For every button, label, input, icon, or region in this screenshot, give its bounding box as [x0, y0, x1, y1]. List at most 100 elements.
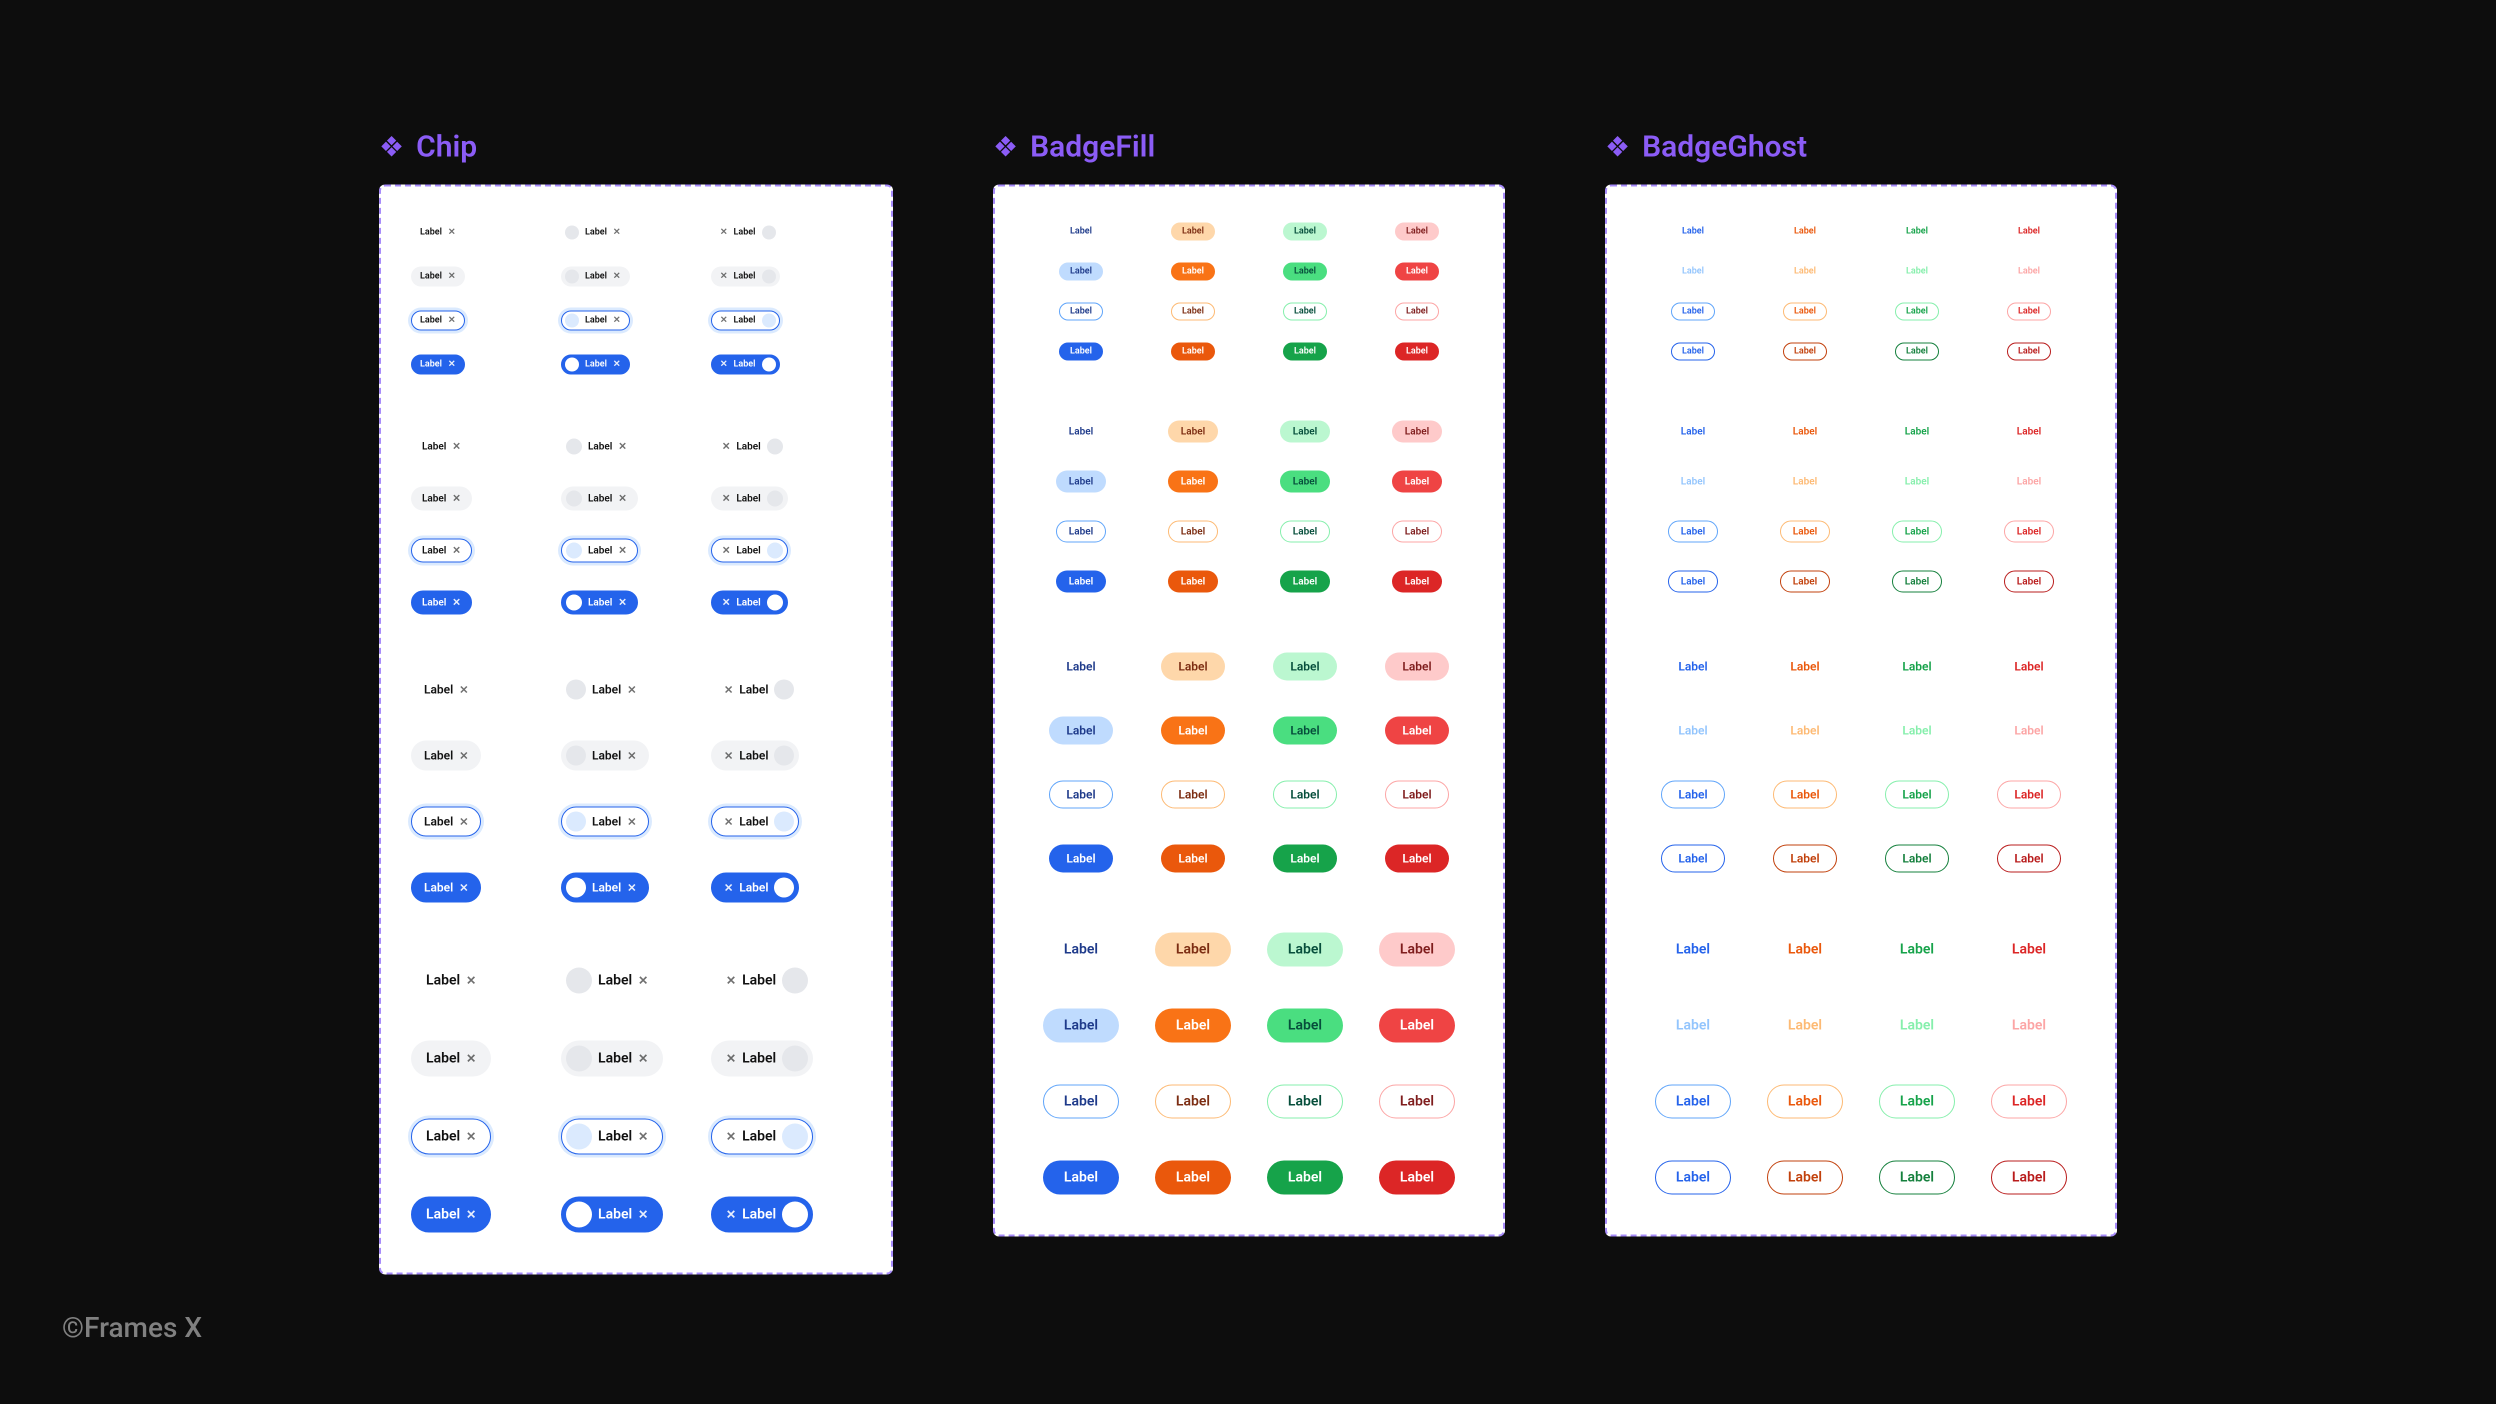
badge[interactable]: Label	[1991, 1161, 2067, 1195]
badge[interactable]: Label	[1267, 1085, 1343, 1119]
chip[interactable]: Label✕	[411, 223, 465, 243]
chip[interactable]: Label✕	[411, 1041, 491, 1077]
badge[interactable]: Label	[2007, 223, 2051, 241]
badge[interactable]: Label	[2004, 421, 2054, 443]
badge[interactable]: Label	[1991, 1009, 2067, 1043]
chip[interactable]: Label✕	[561, 1041, 663, 1077]
chip[interactable]: ✕Label	[711, 1041, 813, 1077]
badge[interactable]: Label	[1885, 653, 1948, 681]
close-icon[interactable]: ✕	[452, 597, 460, 608]
close-icon[interactable]: ✕	[724, 749, 733, 762]
chip[interactable]: ✕Label	[711, 675, 799, 705]
badge[interactable]: Label	[1879, 1009, 1955, 1043]
badge[interactable]: Label	[1879, 1161, 1955, 1195]
chip[interactable]: Label✕	[561, 487, 638, 511]
close-icon[interactable]: ✕	[613, 316, 621, 326]
close-icon[interactable]: ✕	[452, 441, 460, 452]
badge[interactable]: Label	[1783, 303, 1827, 321]
badge[interactable]: Label	[1171, 343, 1215, 361]
badge[interactable]: Label	[1283, 343, 1327, 361]
chip[interactable]: ✕Label	[711, 963, 813, 999]
chip[interactable]: Label✕	[411, 1119, 491, 1155]
close-icon[interactable]: ✕	[459, 683, 468, 696]
badge[interactable]: Label	[1161, 717, 1224, 745]
chip[interactable]: Label✕	[561, 435, 638, 459]
chip[interactable]: Label✕	[561, 591, 638, 615]
close-icon[interactable]: ✕	[720, 360, 728, 370]
badge[interactable]: Label	[1168, 521, 1218, 543]
chip[interactable]: ✕Label	[711, 591, 788, 615]
badge[interactable]: Label	[1155, 1161, 1231, 1195]
badge[interactable]: Label	[1056, 471, 1106, 493]
badge[interactable]: Label	[1049, 717, 1112, 745]
close-icon[interactable]: ✕	[618, 493, 626, 504]
close-icon[interactable]: ✕	[726, 1130, 736, 1144]
badge[interactable]: Label	[1395, 303, 1439, 321]
badge[interactable]: Label	[1161, 653, 1224, 681]
badge[interactable]: Label	[1997, 781, 2060, 809]
badge[interactable]: Label	[1392, 421, 1442, 443]
badge[interactable]: Label	[1395, 343, 1439, 361]
chip[interactable]: Label✕	[411, 267, 465, 287]
badge[interactable]: Label	[1273, 781, 1336, 809]
badge[interactable]: Label	[1049, 653, 1112, 681]
badge[interactable]: Label	[1043, 1085, 1119, 1119]
badge[interactable]: Label	[1171, 223, 1215, 241]
badge[interactable]: Label	[1655, 1085, 1731, 1119]
chip[interactable]: ✕Label	[711, 435, 788, 459]
badge[interactable]: Label	[1655, 1161, 1731, 1195]
close-icon[interactable]: ✕	[452, 545, 460, 556]
badge[interactable]: Label	[1155, 1085, 1231, 1119]
close-icon[interactable]: ✕	[720, 228, 728, 238]
close-icon[interactable]: ✕	[459, 749, 468, 762]
badge[interactable]: Label	[1043, 1009, 1119, 1043]
chip[interactable]: Label✕	[411, 1197, 491, 1233]
badge[interactable]: Label	[1773, 845, 1836, 873]
badge[interactable]: Label	[1059, 263, 1103, 281]
chip[interactable]: ✕Label	[711, 267, 780, 287]
badge[interactable]: Label	[1668, 571, 1718, 593]
badge[interactable]: Label	[2007, 263, 2051, 281]
badge[interactable]: Label	[1661, 717, 1724, 745]
close-icon[interactable]: ✕	[452, 493, 460, 504]
chip[interactable]: Label✕	[561, 267, 630, 287]
badge[interactable]: Label	[1379, 1085, 1455, 1119]
chip[interactable]: ✕Label	[711, 355, 780, 375]
chip[interactable]: Label✕	[411, 311, 465, 331]
badge[interactable]: Label	[1655, 933, 1731, 967]
close-icon[interactable]: ✕	[722, 493, 730, 504]
badge[interactable]: Label	[1780, 421, 1830, 443]
badge[interactable]: Label	[1671, 303, 1715, 321]
badge[interactable]: Label	[1895, 223, 1939, 241]
badge[interactable]: Label	[1892, 471, 1942, 493]
close-icon[interactable]: ✕	[459, 815, 468, 828]
chip[interactable]: Label✕	[411, 807, 481, 837]
badge[interactable]: Label	[1273, 845, 1336, 873]
badge[interactable]: Label	[1392, 571, 1442, 593]
badge[interactable]: Label	[2004, 471, 2054, 493]
chip[interactable]: Label✕	[411, 591, 472, 615]
badge[interactable]: Label	[1892, 421, 1942, 443]
badge[interactable]: Label	[1385, 845, 1448, 873]
close-icon[interactable]: ✕	[466, 974, 476, 988]
badge[interactable]: Label	[2007, 343, 2051, 361]
close-icon[interactable]: ✕	[618, 545, 626, 556]
chip[interactable]: Label✕	[411, 675, 481, 705]
badge[interactable]: Label	[1392, 471, 1442, 493]
badge[interactable]: Label	[1283, 223, 1327, 241]
close-icon[interactable]: ✕	[448, 316, 456, 326]
close-icon[interactable]: ✕	[627, 815, 636, 828]
badge[interactable]: Label	[1049, 781, 1112, 809]
badge[interactable]: Label	[1773, 653, 1836, 681]
badge[interactable]: Label	[1385, 781, 1448, 809]
badge[interactable]: Label	[1892, 571, 1942, 593]
badge[interactable]: Label	[1392, 521, 1442, 543]
chip[interactable]: ✕Label	[711, 741, 799, 771]
close-icon[interactable]: ✕	[448, 272, 456, 282]
chip[interactable]: Label✕	[561, 873, 649, 903]
close-icon[interactable]: ✕	[613, 228, 621, 238]
badge[interactable]: Label	[1155, 933, 1231, 967]
badge[interactable]: Label	[1379, 933, 1455, 967]
close-icon[interactable]: ✕	[638, 974, 648, 988]
badge[interactable]: Label	[1267, 1161, 1343, 1195]
